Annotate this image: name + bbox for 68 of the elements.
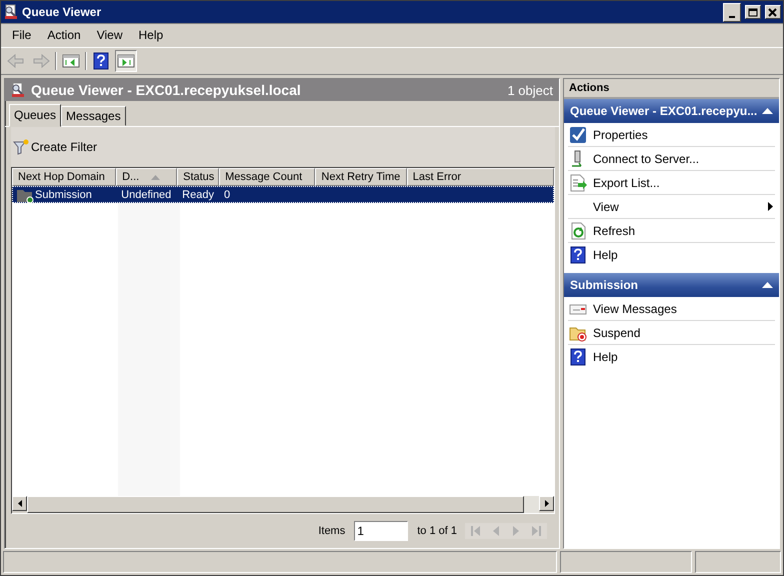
scroll-right-button[interactable] bbox=[539, 496, 554, 511]
menu-item[interactable]: View bbox=[90, 26, 130, 44]
items-label: Items bbox=[318, 525, 346, 537]
task-link[interactable]: Refresh bbox=[568, 219, 775, 243]
maximize-button[interactable] bbox=[745, 5, 761, 19]
close-icon bbox=[768, 8, 778, 16]
column-header[interactable]: Next Retry Time bbox=[315, 168, 407, 186]
tab[interactable]: Messages bbox=[61, 106, 126, 126]
table-cell: 0 bbox=[224, 188, 230, 200]
back-arrow-icon bbox=[7, 53, 25, 69]
window-title: Queue Viewer bbox=[22, 5, 102, 19]
queue-viewer-icon bbox=[10, 82, 26, 98]
previous-page-icon bbox=[491, 525, 501, 537]
help-icon bbox=[569, 348, 587, 366]
forward-arrow-icon bbox=[32, 53, 50, 69]
table-cell: Undefined bbox=[121, 188, 172, 200]
panel-icon bbox=[117, 53, 135, 69]
create-filter-button[interactable]: Create Filter bbox=[11, 139, 100, 155]
object-count: 1 object bbox=[507, 82, 553, 98]
task-link[interactable]: View Messages bbox=[568, 297, 775, 321]
maximize-icon bbox=[748, 8, 758, 16]
section-header[interactable]: Queue Viewer - EXC01.recepyu... bbox=[564, 99, 779, 123]
left-arrow-icon bbox=[18, 500, 22, 507]
task-link[interactable]: Export List... bbox=[568, 171, 775, 195]
first-page-icon bbox=[471, 525, 481, 537]
help-icon bbox=[569, 246, 587, 264]
toolbar-button[interactable] bbox=[115, 50, 137, 72]
page-input[interactable]: 1 bbox=[354, 521, 408, 541]
column-header[interactable]: Message Count bbox=[219, 168, 316, 186]
help-icon bbox=[92, 52, 110, 70]
collapse-arrow-icon bbox=[762, 282, 773, 288]
items-range: to 1 of 1 bbox=[417, 525, 457, 537]
queue-viewer-icon bbox=[3, 4, 19, 20]
scroll-left-button[interactable] bbox=[12, 496, 27, 511]
minimize-icon bbox=[729, 16, 735, 18]
refresh-icon bbox=[569, 222, 587, 240]
checkmark-icon bbox=[569, 126, 587, 144]
column-header[interactable]: Last Error bbox=[406, 168, 554, 186]
menu-item[interactable]: Action bbox=[40, 26, 88, 44]
column-header[interactable]: D... bbox=[116, 168, 178, 186]
next-page-icon bbox=[511, 525, 521, 537]
task-link[interactable]: View bbox=[568, 195, 775, 219]
task-link[interactable]: Properties bbox=[568, 123, 775, 147]
last-page-icon bbox=[531, 525, 541, 537]
menu-item[interactable]: Help bbox=[132, 26, 170, 44]
tab[interactable]: Queues bbox=[9, 104, 62, 127]
table-row[interactable]: Submission Undefined Ready 0 bbox=[12, 186, 554, 203]
task-link[interactable]: Help bbox=[568, 345, 775, 369]
pane-title: Queue Viewer - EXC01.recepyuksel.local bbox=[31, 82, 302, 98]
task-link[interactable]: Suspend bbox=[568, 321, 775, 345]
actions-title: Actions bbox=[564, 79, 779, 99]
table-cell: Submission bbox=[35, 188, 92, 200]
task-link[interactable]: Connect to Server... bbox=[568, 147, 775, 171]
section-header[interactable]: Submission bbox=[564, 273, 779, 297]
minimize-button[interactable] bbox=[723, 2, 741, 22]
panel-icon bbox=[62, 53, 80, 69]
column-header[interactable]: Status bbox=[177, 168, 220, 186]
export-list-icon bbox=[569, 174, 587, 192]
right-arrow-icon bbox=[544, 500, 548, 507]
submenu-arrow-icon bbox=[768, 202, 773, 211]
table-cell: Ready bbox=[182, 188, 214, 200]
close-button[interactable] bbox=[765, 5, 781, 19]
task-link[interactable]: Help bbox=[568, 243, 775, 267]
menu-item[interactable]: File bbox=[5, 26, 38, 44]
collapse-arrow-icon bbox=[762, 108, 773, 114]
filter-icon bbox=[13, 139, 29, 155]
sort-arrow-icon bbox=[151, 174, 160, 180]
column-header[interactable]: Next Hop Domain bbox=[12, 168, 116, 186]
